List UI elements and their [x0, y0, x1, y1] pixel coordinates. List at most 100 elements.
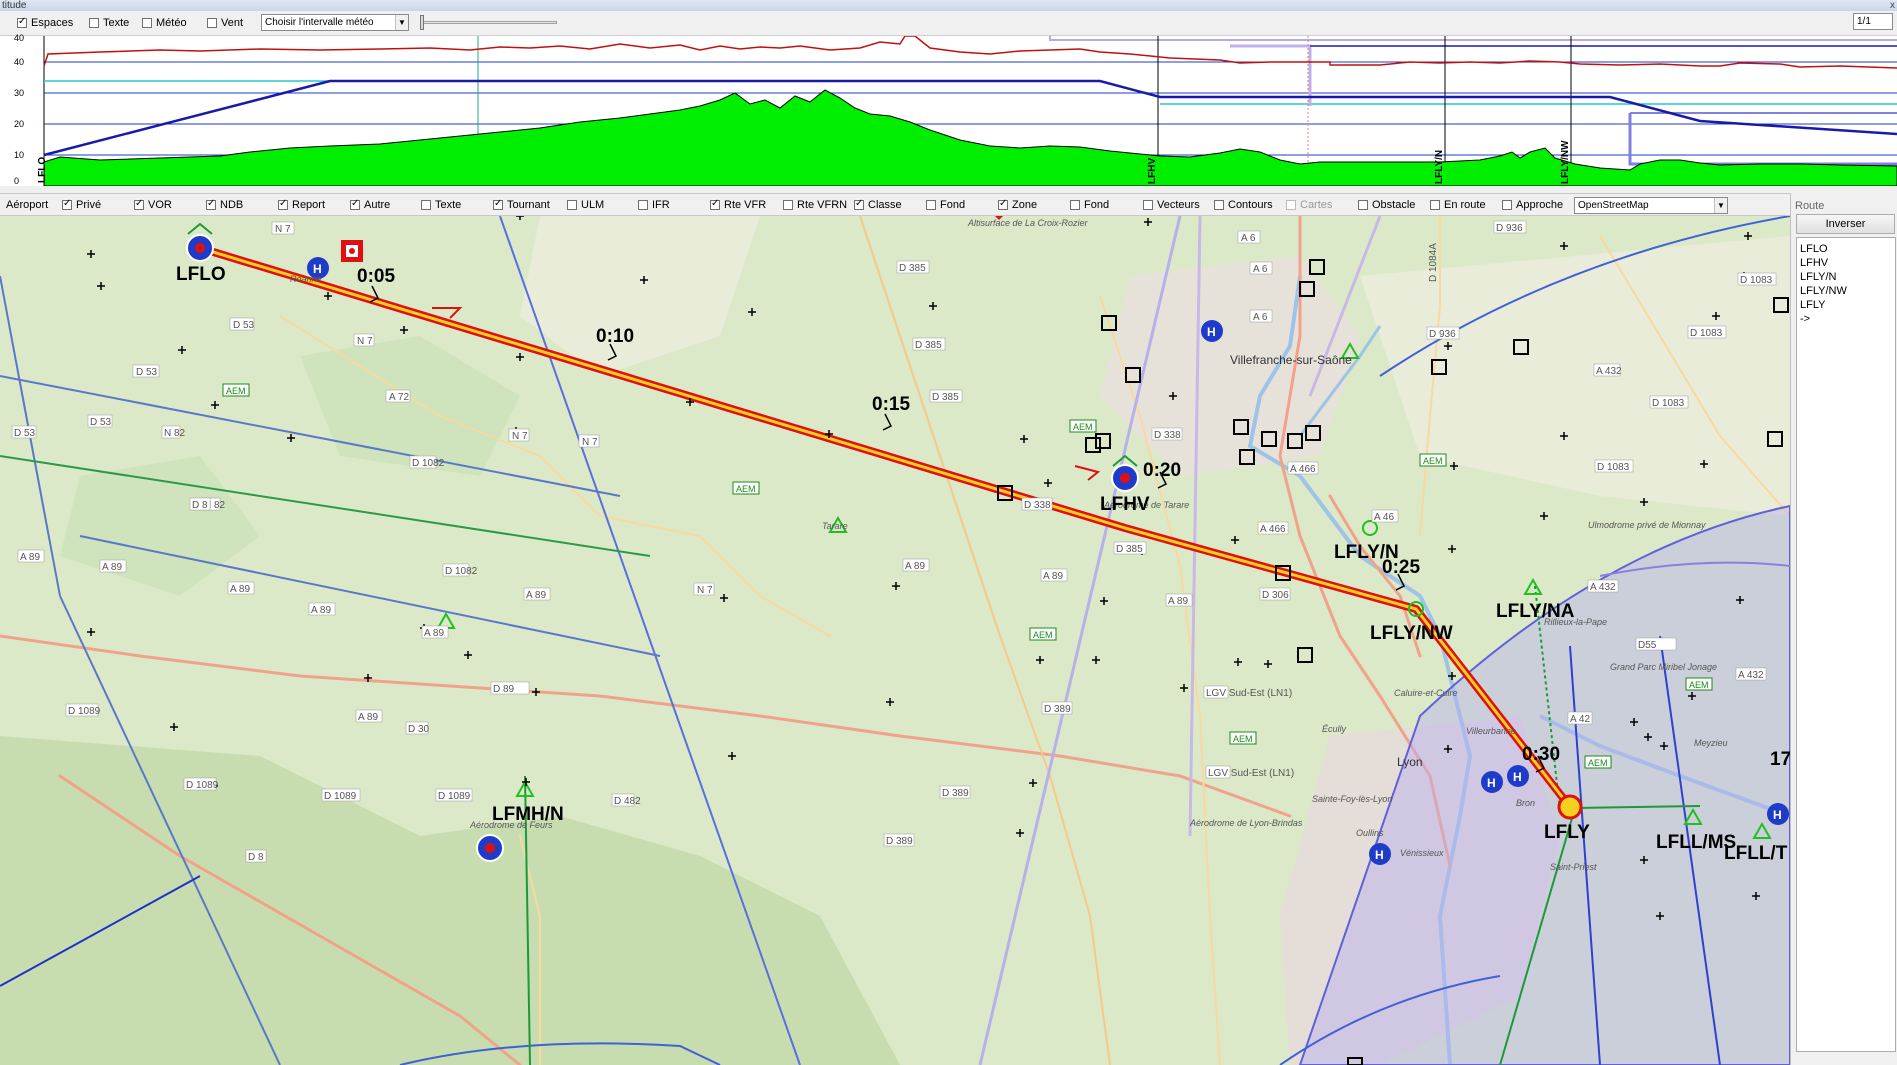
checkbox-espaces[interactable]: Espaces [17, 16, 73, 29]
road-label: D 1083 [1690, 328, 1723, 339]
checkbox-box[interactable] [134, 198, 144, 210]
checkbox-zone[interactable]: Zone [998, 198, 1037, 211]
checkbox-box[interactable] [1214, 200, 1224, 210]
checkbox-box[interactable] [1430, 200, 1440, 210]
checkbox-box[interactable] [206, 198, 216, 210]
weather-interval-select[interactable]: Choisir l'intervalle météo ▼ [261, 14, 409, 31]
road-label: D 1083 [1597, 462, 1630, 473]
place-label: Saint-Priest [1550, 862, 1597, 872]
chevron-down-icon[interactable]: ▼ [1714, 198, 1727, 213]
checkbox-prive[interactable]: Privé [62, 198, 101, 211]
checkbox-box[interactable] [493, 198, 503, 210]
road-label: D 385 [932, 392, 959, 403]
checkbox-autre[interactable]: Autre [350, 198, 390, 211]
route-list-item[interactable]: LFLY/NW [1800, 284, 1892, 298]
checkbox-box[interactable] [89, 18, 99, 28]
app-window: titude x Espaces Texte Météo Vent Choisi… [0, 0, 1897, 1065]
route-list-item[interactable]: LFLO [1800, 242, 1892, 256]
map-view[interactable]: H H H H H H N 7 D 53 D 53 D 53 D 53 N 7 … [0, 216, 1790, 1065]
checkbox-rte-vfrn[interactable]: Rte VFRN [783, 199, 847, 211]
checkbox-fond-2[interactable]: Fond [1070, 199, 1109, 211]
road-label: D 389 [886, 836, 913, 847]
checkbox-box[interactable] [62, 198, 72, 210]
checkbox-box[interactable] [710, 198, 720, 210]
road-label: D 53 [233, 320, 255, 331]
road-label: A 466 [1260, 524, 1286, 535]
checkbox-box[interactable] [1143, 200, 1153, 210]
checkbox-texte-map[interactable]: Texte [421, 199, 461, 211]
waypoint-label-lfhv: LFHV [1100, 494, 1150, 515]
page-indicator[interactable]: 1/1 [1853, 13, 1893, 30]
checkbox-label: Report [292, 199, 326, 211]
window-title: titude [2, 0, 27, 11]
route-list-item[interactable]: LFHV [1800, 256, 1892, 270]
place-label: Sainte-Foy-lès-Lyon [1312, 794, 1392, 804]
chevron-down-icon[interactable]: ▼ [395, 15, 408, 30]
map-svg[interactable]: H H H H H H N 7 D 53 D 53 D 53 D 53 N 7 … [0, 216, 1790, 1065]
checkbox-box[interactable] [421, 200, 431, 210]
route-list-item[interactable]: LFLY/N [1800, 270, 1892, 284]
checkbox-box[interactable] [17, 16, 27, 28]
checkbox-label: Fond [940, 199, 966, 211]
checkbox-box[interactable] [207, 18, 217, 28]
checkbox-ulm[interactable]: ULM [567, 199, 604, 211]
road-label: D55 [1638, 640, 1657, 651]
aem-label: AEM [1073, 422, 1093, 432]
checkbox-box[interactable] [567, 200, 577, 210]
road-label: A 432 [1738, 670, 1764, 681]
checkbox-classe[interactable]: Classe [854, 198, 902, 211]
invert-route-button[interactable]: Inverser [1796, 214, 1895, 234]
route-list-item[interactable]: LFLY [1800, 298, 1892, 312]
interval-slider-track[interactable] [422, 21, 557, 24]
route-list-item[interactable]: -> [1800, 312, 1892, 326]
road-label: N 82 [164, 428, 186, 439]
checkbox-rte-vfr[interactable]: Rte VFR [710, 198, 766, 211]
road-label: LGV Sud-Est (LN1) [1206, 688, 1292, 699]
road-label: D 338 [1154, 430, 1181, 441]
checkbox-vecteurs[interactable]: Vecteurs [1143, 199, 1200, 211]
checkbox-label: Rte VFRN [797, 199, 848, 211]
checkbox-obstacle[interactable]: Obstacle [1358, 199, 1415, 211]
checkbox-meteo[interactable]: Météo [142, 17, 187, 29]
checkbox-label: Cartes [1300, 199, 1333, 211]
checkbox-box[interactable] [783, 200, 793, 210]
checkbox-vent[interactable]: Vent [207, 17, 243, 29]
checkbox-ndb[interactable]: NDB [206, 198, 243, 211]
close-icon[interactable]: x [1890, 0, 1895, 11]
road-label: D 936 [1429, 329, 1456, 340]
checkbox-box[interactable] [278, 198, 288, 210]
checkbox-box[interactable] [638, 200, 648, 210]
checkbox-approche[interactable]: Approche [1502, 199, 1563, 211]
checkbox-texte[interactable]: Texte [89, 17, 129, 29]
checkbox-vor[interactable]: VOR [134, 198, 172, 211]
checkbox-label: Classe [868, 199, 902, 211]
altitude-profile[interactable]: 40 40 30 20 10 0 LFLO LFHV LFLY/N LFLY/N… [0, 33, 1897, 186]
checkbox-en-route[interactable]: En route [1430, 199, 1486, 211]
checkbox-box[interactable] [1070, 200, 1080, 210]
checkbox-box[interactable] [926, 200, 936, 210]
checkbox-contours[interactable]: Contours [1214, 199, 1273, 211]
road-label: N 7 [275, 224, 291, 235]
checkbox-box[interactable] [854, 198, 864, 210]
profile-svg[interactable] [0, 36, 1897, 186]
road-label: D 89 [493, 684, 515, 695]
time-mark-label: 0:25 [1382, 557, 1420, 578]
road-label: D 53 [90, 417, 112, 428]
checkbox-ifr[interactable]: IFR [638, 199, 670, 211]
place-label: Roanne [290, 274, 322, 284]
checkbox-tournant[interactable]: Tournant [493, 198, 550, 211]
checkbox-fond[interactable]: Fond [926, 199, 965, 211]
checkbox-box[interactable] [998, 198, 1008, 210]
checkbox-report[interactable]: Report [278, 198, 326, 211]
road-label: A 6 [1241, 233, 1256, 244]
basemap-select[interactable]: OpenStreetMap ▼ [1574, 197, 1728, 214]
route-list[interactable]: LFLO LFHV LFLY/N LFLY/NW LFLY -> [1796, 237, 1896, 1052]
checkbox-box[interactable] [142, 18, 152, 28]
checkbox-label: Tournant [507, 199, 550, 211]
airport-name-label: Altisurface de La Croix-Rozier [967, 218, 1089, 228]
interval-slider-thumb[interactable] [420, 15, 424, 30]
road-label: D 30 [408, 724, 430, 735]
checkbox-box[interactable] [1358, 200, 1368, 210]
checkbox-box[interactable] [1502, 200, 1512, 210]
checkbox-box[interactable] [350, 198, 360, 210]
